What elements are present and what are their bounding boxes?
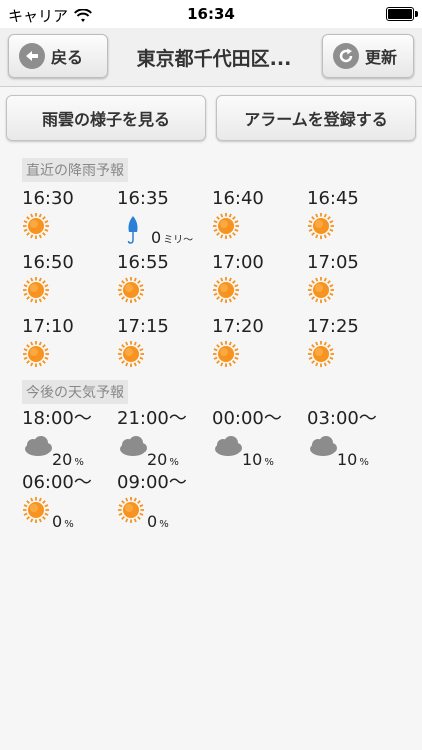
forecast-item: 16:35 0 ミリ～	[117, 188, 212, 252]
forecast-item: 18:00～ 20%	[22, 408, 117, 472]
forecast-item: 09:00～ 0%	[117, 472, 212, 536]
forecast-time: 16:50	[22, 252, 74, 273]
rain-forecast-grid: 16:30 16:35 0 ミリ～ 16:40 16:45 16:50 16:55 17:00 1…	[22, 188, 422, 380]
register-alarm-button[interactable]: アラームを登録する	[216, 95, 416, 141]
forecast-time: 03:00～	[307, 408, 377, 429]
status-time: 16:34	[187, 5, 235, 23]
forecast-item: 17:25	[307, 316, 402, 380]
sun-icon	[307, 340, 335, 372]
forecast-time: 18:00～	[22, 408, 92, 429]
sun-icon	[22, 340, 50, 372]
value-unit: %	[74, 457, 84, 468]
rain-forecast-label: 直近の降雨予報	[22, 158, 128, 182]
battery-icon	[386, 7, 418, 21]
forecast-item: 16:45	[307, 188, 402, 252]
forecast-time: 09:00～	[117, 472, 187, 493]
forecast-item: 03:00～ 10%	[307, 408, 402, 472]
forecast-item: 16:50	[22, 252, 117, 316]
back-button[interactable]: 戻る	[8, 34, 108, 78]
precipitation-percent: 20%	[52, 450, 84, 469]
forecast-item: 16:40	[212, 188, 307, 252]
forecast-time: 00:00～	[212, 408, 282, 429]
value-unit: %	[359, 457, 369, 468]
sun-icon	[307, 212, 335, 244]
refresh-button[interactable]: 更新	[322, 34, 414, 78]
value-unit: %	[64, 519, 74, 530]
forecast-item: 00:00～ 10%	[212, 408, 307, 472]
sun-icon	[212, 276, 240, 308]
sun-icon	[22, 496, 50, 528]
precipitation-percent: 20%	[147, 450, 179, 469]
forecast-item: 06:00～ 0%	[22, 472, 117, 536]
precipitation-percent: 0%	[52, 512, 74, 531]
forecast-item: 16:30	[22, 188, 117, 252]
sun-icon	[307, 276, 335, 308]
refresh-label: 更新	[365, 48, 398, 67]
forecast-time: 17:10	[22, 316, 74, 337]
forecast-time: 17:05	[307, 252, 359, 273]
forecast-time: 17:20	[212, 316, 264, 337]
status-bar: キャリア 16:34	[0, 0, 422, 28]
precipitation-percent: 10%	[337, 450, 369, 469]
value-number: 20	[52, 450, 73, 469]
cloud-icon	[307, 436, 339, 462]
forecast-time: 16:30	[22, 188, 74, 209]
forecast-time: 17:15	[117, 316, 169, 337]
sun-icon	[22, 276, 50, 308]
refresh-icon	[333, 43, 359, 69]
forecast-time: 21:00～	[117, 408, 187, 429]
forecast-item: 17:15	[117, 316, 212, 380]
forecast-time: 16:40	[212, 188, 264, 209]
precipitation-percent: 0%	[147, 512, 169, 531]
value-unit: %	[159, 519, 169, 530]
forecast-item: 21:00～ 20%	[117, 408, 212, 472]
sun-icon	[212, 212, 240, 244]
value-unit: ミリ～	[163, 235, 194, 246]
forecast-time: 16:45	[307, 188, 359, 209]
forecast-item: 17:10	[22, 316, 117, 380]
value-number: 20	[147, 450, 168, 469]
umbrella-icon	[125, 214, 141, 248]
forecast-time: 17:00	[212, 252, 264, 273]
cloud-icon	[212, 436, 244, 462]
forecast-item: 16:55	[117, 252, 212, 316]
sun-icon	[212, 340, 240, 372]
cloud-icon	[117, 436, 149, 462]
forecast-item: 17:05	[307, 252, 402, 316]
sun-icon	[22, 212, 50, 244]
precipitation-percent: 10%	[242, 450, 274, 469]
rain-cloud-button[interactable]: 雨雲の様子を見る	[6, 95, 206, 141]
value-number: 10	[242, 450, 263, 469]
forecast-item: 17:00	[212, 252, 307, 316]
rain-amount: 0 ミリ～	[151, 228, 193, 247]
value-number: 0	[52, 512, 63, 531]
value-number: 0	[151, 228, 162, 247]
nav-bar: 戻る 東京都千代田区... 更新	[0, 28, 422, 87]
cloud-icon	[22, 436, 54, 462]
page-title: 東京都千代田区...	[136, 47, 292, 70]
forecast-item: 17:20	[212, 316, 307, 380]
sun-icon	[117, 496, 145, 528]
value-number: 0	[147, 512, 158, 531]
forecast-time: 16:55	[117, 252, 169, 273]
forecast-time: 06:00～	[22, 472, 92, 493]
value-unit: %	[264, 457, 274, 468]
forecast-time: 16:35	[117, 188, 169, 209]
sun-icon	[117, 276, 145, 308]
weather-forecast-grid: 18:00～ 20% 21:00～ 20% 00:00～ 10% 03:00～ 10% 06:0…	[22, 408, 422, 536]
forecast-time: 17:25	[307, 316, 359, 337]
weather-forecast-label: 今後の天気予報	[22, 380, 128, 404]
value-number: 10	[337, 450, 358, 469]
value-unit: %	[169, 457, 179, 468]
arrow-left-icon	[19, 43, 45, 69]
back-label: 戻る	[51, 48, 84, 67]
sun-icon	[117, 340, 145, 372]
